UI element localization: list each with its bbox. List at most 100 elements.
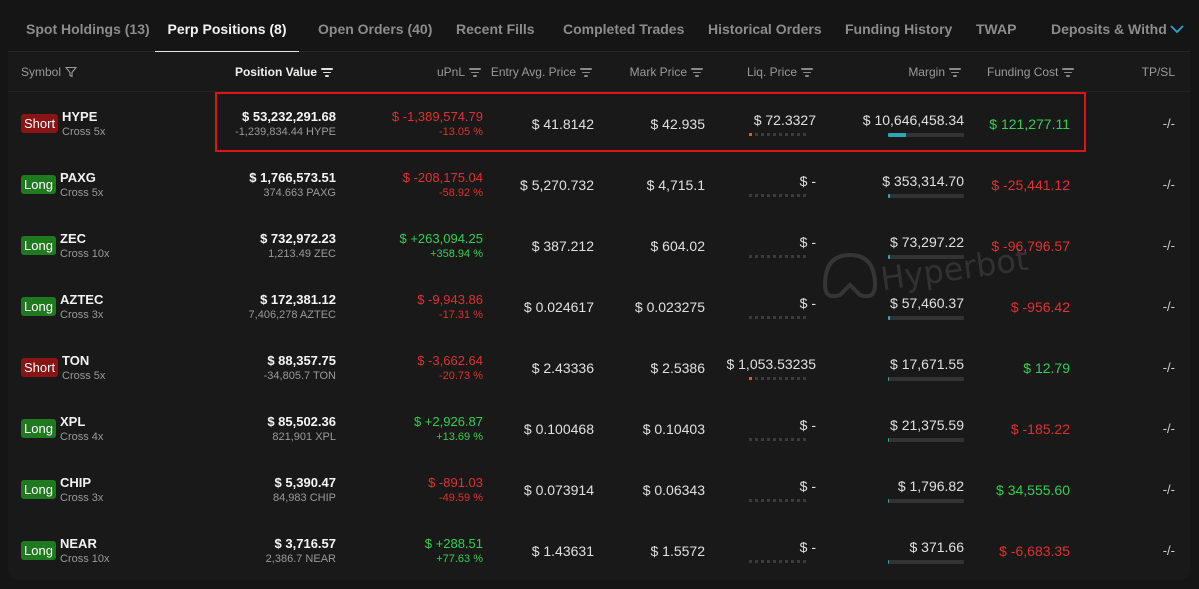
tab-completed-trades[interactable]: Completed Trades [563,8,684,52]
leverage-label: Cross 10x [60,553,110,565]
margin-value[interactable]: $ 73,297.22 [890,234,964,250]
tpsl-value[interactable]: -/- [1163,421,1175,436]
margin-usage-bar [888,438,964,442]
tpsl-value[interactable]: -/- [1163,543,1175,558]
upnl-percent: +77.63 % [436,553,483,565]
tab-historical-orders[interactable]: Historical Orders [708,8,822,52]
position-size: 821,901 XPL [272,431,336,443]
tpsl-value[interactable]: -/- [1163,482,1175,497]
header-margin[interactable]: Margin [838,65,961,79]
entry-price: $ 0.024617 [523,299,594,315]
margin-value[interactable]: $ 1,796.82 [898,478,964,494]
symbol-name[interactable]: HYPE [62,109,97,124]
filter-icon[interactable] [65,66,78,78]
header-liq-price[interactable]: Liq. Price [708,65,813,79]
margin-usage-bar [888,499,964,503]
entry-price: $ 5,270.732 [520,177,594,193]
sort-icon [580,67,592,77]
tpsl-value[interactable]: -/- [1163,116,1175,131]
header-upnl-label: uPnL [436,65,465,79]
entry-price: $ 0.100468 [523,421,594,437]
tab-open-orders[interactable]: Open Orders (40) [318,8,432,52]
margin-usage-bar [888,377,964,381]
margin-value[interactable]: $ 57,460.37 [890,295,964,311]
tab-funding-history[interactable]: Funding History [845,8,952,52]
liquidation-price: $ 1,053.53235 [726,356,816,372]
table-header: Symbol Position Value uPnL Entry Avg. Pr… [8,52,1190,92]
highlight-box [215,92,1086,152]
mark-price: $ 1.5572 [650,543,706,559]
table-row[interactable]: Long AZTEC Cross 3x $ 172,381.12 7,406,278 A… [8,276,1190,337]
side-badge: Short [21,358,59,377]
liquidation-price: $ - [799,478,816,494]
position-size: 84,983 CHIP [273,492,336,504]
margin-value[interactable]: $ 21,375.59 [890,417,964,433]
side-badge: Long [21,175,56,194]
header-symbol-label: Symbol [21,65,62,79]
header-funding-cost[interactable]: Funding Cost [987,65,1075,79]
margin-usage-bar [888,560,964,564]
upnl-value: $ -9,943.86 [417,292,483,307]
header-liq-price-label: Liq. Price [746,65,797,79]
funding-cost: $ 34,555.60 [996,482,1070,498]
symbol-name[interactable]: CHIP [60,475,91,490]
symbol-name[interactable]: PAXG [60,170,96,185]
table-row[interactable]: Long NEAR Cross 10x $ 3,716.57 2,386.7 NEAR $… [8,520,1190,581]
position-value: $ 5,390.47 [274,475,336,490]
tab-twap[interactable]: TWAP [976,8,1016,52]
side-badge: Long [21,480,56,499]
margin-value[interactable]: $ 353,314.70 [882,173,964,189]
symbol-name[interactable]: ZEC [60,231,86,246]
entry-price: $ 387.212 [531,238,594,254]
tpsl-value[interactable]: -/- [1163,238,1175,253]
table-row[interactable]: Long CHIP Cross 3x $ 5,390.47 84,983 CHIP $ -… [8,459,1190,520]
margin-value[interactable]: $ 371.66 [910,539,965,555]
header-entry-price-label: Entry Avg. Price [490,65,576,79]
tab-perp-positions[interactable]: Perp Positions (8) [155,8,299,53]
table-row[interactable]: Long XPL Cross 4x $ 85,502.36 821,901 XPL $ +… [8,398,1190,459]
upnl-percent: +358.94 % [430,248,483,260]
header-position-value[interactable]: Position Value [208,65,333,79]
symbol-name[interactable]: XPL [60,414,85,429]
tpsl-value[interactable]: -/- [1163,177,1175,192]
liquidation-risk-indicator [749,377,817,380]
upnl-percent: -17.31 % [438,309,483,321]
header-mark-price[interactable]: Mark Price [598,65,703,79]
header-tpsl: TP/SL [1108,65,1175,79]
header-entry-price[interactable]: Entry Avg. Price [478,65,592,79]
margin-value[interactable]: $ 17,671.55 [890,356,964,372]
symbol-name[interactable]: NEAR [60,536,97,551]
position-size: 7,406,278 AZTEC [248,309,336,321]
position-value: $ 85,502.36 [267,414,336,429]
entry-price: $ 1.43631 [531,543,594,559]
tab-spot-holdings[interactable]: Spot Holdings (13) [26,8,150,52]
upnl-value: $ -3,662.64 [417,353,483,368]
table-row[interactable]: Short TON Cross 5x $ 88,357.75 -34,805.7 TON… [8,337,1190,398]
symbol-name[interactable]: TON [62,353,89,368]
header-mark-price-label: Mark Price [629,65,687,79]
tab-recent-fills[interactable]: Recent Fills [456,8,535,52]
entry-price: $ 2.43336 [531,360,594,376]
header-symbol[interactable]: Symbol [21,65,78,79]
tab-bar: Spot Holdings (13) Perp Positions (8) Op… [8,8,1190,53]
hyperbot-logo-icon [822,252,878,299]
header-funding-cost-label: Funding Cost [987,65,1059,79]
table-row[interactable]: Long PAXG Cross 5x $ 1,766,573.51 374.663 PA… [8,154,1190,215]
leverage-label: Cross 3x [60,492,104,504]
symbol-name[interactable]: AZTEC [60,292,103,307]
upnl-percent: -49.59 % [438,492,483,504]
header-upnl[interactable]: uPnL [368,65,481,79]
funding-cost: $ -185.22 [1010,421,1070,437]
chevron-down-icon[interactable] [1168,20,1186,38]
position-size: 2,386.7 NEAR [265,553,336,565]
upnl-value: $ +2,926.87 [413,414,483,429]
side-badge: Long [21,541,56,560]
liquidation-risk-indicator [749,499,817,502]
position-size: 1,213.49 ZEC [268,248,336,260]
sort-icon [949,67,961,77]
tpsl-value[interactable]: -/- [1163,299,1175,314]
tab-deposits-withdrawals[interactable]: Deposits & Withd [1051,8,1167,52]
mark-price: $ 2.5386 [650,360,706,376]
tpsl-value[interactable]: -/- [1163,360,1175,375]
header-position-value-label: Position Value [234,65,317,79]
